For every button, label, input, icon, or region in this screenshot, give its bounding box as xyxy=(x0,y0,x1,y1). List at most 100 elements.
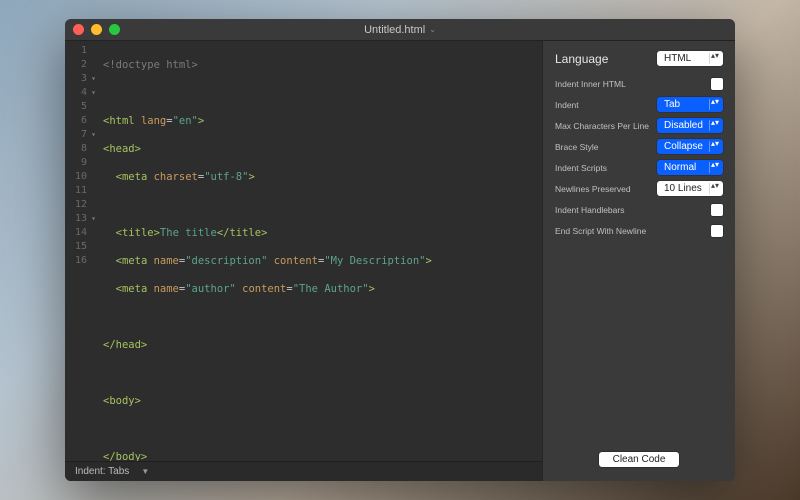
sidebar-header: Language HTML ▴▾ xyxy=(555,51,723,66)
code-text: > xyxy=(248,171,254,183)
code-text: "The Author" xyxy=(293,283,369,295)
spacer xyxy=(555,244,723,452)
code-text: > xyxy=(369,283,375,295)
line-number: 10 xyxy=(65,170,87,184)
line-number: 1 xyxy=(65,44,87,58)
chevron-updown-icon: ▴▾ xyxy=(711,99,719,104)
code-text: charset xyxy=(154,171,198,183)
select-value: Disabled xyxy=(664,120,703,131)
minimize-icon[interactable] xyxy=(91,24,102,35)
chevron-updown-icon: ▴▾ xyxy=(711,53,719,58)
code-text: "utf-8" xyxy=(204,171,248,183)
option-indent-inner-html: Indent Inner HTML xyxy=(555,76,723,91)
code-text: "en" xyxy=(173,115,198,127)
window-title: Untitled.html ⌄ xyxy=(65,24,735,36)
code-text: lang xyxy=(141,115,166,127)
line-number[interactable]: 7 xyxy=(65,128,87,142)
app-window: Untitled.html ⌄ 1 2 3 4 5 6 7 8 9 10 11 … xyxy=(65,19,735,481)
chevron-down-icon[interactable]: ▼ xyxy=(141,467,149,476)
option-indent: Indent Tab ▴▾ xyxy=(555,97,723,112)
editor[interactable]: 1 2 3 4 5 6 7 8 9 10 11 12 13 14 15 16 xyxy=(65,41,542,461)
line-number[interactable]: 13 xyxy=(65,212,87,226)
code-text: <html xyxy=(103,115,141,127)
line-number[interactable]: 4 xyxy=(65,86,87,100)
line-number: 11 xyxy=(65,184,87,198)
close-icon[interactable] xyxy=(73,24,84,35)
code-text: <meta xyxy=(116,255,154,267)
titlebar[interactable]: Untitled.html ⌄ xyxy=(65,19,735,41)
indent-mode[interactable]: Indent: Tabs xyxy=(75,466,129,477)
code-text: "My Description" xyxy=(324,255,425,267)
option-label: Newlines Preserved xyxy=(555,184,657,194)
max-chars-select[interactable]: Disabled ▴▾ xyxy=(657,118,723,133)
language-select[interactable]: HTML ▴▾ xyxy=(657,51,723,66)
option-brace-style: Brace Style Collapse ▴▾ xyxy=(555,139,723,154)
chevron-updown-icon: ▴▾ xyxy=(711,183,719,188)
newlines-preserved-select[interactable]: 10 Lines ▴▾ xyxy=(657,181,723,196)
editor-pane: 1 2 3 4 5 6 7 8 9 10 11 12 13 14 15 16 xyxy=(65,41,542,481)
option-label: Max Characters Per Line xyxy=(555,121,657,131)
clean-code-button[interactable]: Clean Code xyxy=(599,452,680,467)
code-text: name xyxy=(154,283,179,295)
option-label: Indent xyxy=(555,100,657,110)
checkbox[interactable] xyxy=(711,225,723,237)
code-text: The title xyxy=(160,227,217,239)
code-text: content xyxy=(242,283,286,295)
chevron-updown-icon: ▴▾ xyxy=(711,141,719,146)
option-newlines-preserved: Newlines Preserved 10 Lines ▴▾ xyxy=(555,181,723,196)
line-number: 12 xyxy=(65,198,87,212)
option-indent-scripts: Indent Scripts Normal ▴▾ xyxy=(555,160,723,175)
traffic-lights xyxy=(65,24,120,35)
indent-select[interactable]: Tab ▴▾ xyxy=(657,97,723,112)
code-text: > xyxy=(198,115,204,127)
select-value: 10 Lines xyxy=(664,183,702,194)
option-max-chars: Max Characters Per Line Disabled ▴▾ xyxy=(555,118,723,133)
indent-scripts-select[interactable]: Normal ▴▾ xyxy=(657,160,723,175)
select-value: Tab xyxy=(664,99,680,110)
line-gutter: 1 2 3 4 5 6 7 8 9 10 11 12 13 14 15 16 xyxy=(65,41,93,461)
option-label: Brace Style xyxy=(555,142,657,152)
option-label: End Script With Newline xyxy=(555,226,711,236)
line-number: 16 xyxy=(65,254,87,268)
code-text: <head> xyxy=(103,143,141,155)
title-text: Untitled.html xyxy=(364,24,425,36)
line-number: 5 xyxy=(65,100,87,114)
code-text: name xyxy=(154,255,179,267)
option-label: Indent Inner HTML xyxy=(555,79,711,89)
code-text: <title> xyxy=(116,227,160,239)
sidebar-heading: Language xyxy=(555,52,608,66)
checkbox[interactable] xyxy=(711,78,723,90)
checkbox[interactable] xyxy=(711,204,723,216)
select-value: Normal xyxy=(664,162,696,173)
line-number: 6 xyxy=(65,114,87,128)
option-indent-handlebars: Indent Handlebars xyxy=(555,202,723,217)
statusbar: Indent: Tabs ▼ xyxy=(65,461,542,481)
code-text: "author" xyxy=(185,283,236,295)
line-number: 15 xyxy=(65,240,87,254)
code-text: > xyxy=(425,255,431,267)
chevron-down-icon[interactable]: ⌄ xyxy=(429,25,436,34)
code-text: </body> xyxy=(103,451,147,461)
code-text: content xyxy=(274,255,318,267)
code-text: </head> xyxy=(103,339,147,351)
brace-style-select[interactable]: Collapse ▴▾ xyxy=(657,139,723,154)
line-number[interactable]: 3 xyxy=(65,72,87,86)
zoom-icon[interactable] xyxy=(109,24,120,35)
code-area[interactable]: <!doctype html> <html lang="en"> <head> … xyxy=(93,41,542,461)
chevron-updown-icon: ▴▾ xyxy=(711,162,719,167)
select-value: HTML xyxy=(664,53,691,64)
line-number: 8 xyxy=(65,142,87,156)
content-area: 1 2 3 4 5 6 7 8 9 10 11 12 13 14 15 16 xyxy=(65,41,735,481)
chevron-updown-icon: ▴▾ xyxy=(711,120,719,125)
code-text: <meta xyxy=(116,171,154,183)
code-text: <body> xyxy=(103,395,141,407)
code-text: </title> xyxy=(217,227,268,239)
code-text: <!doctype html> xyxy=(103,59,198,71)
option-end-script-newline: End Script With Newline xyxy=(555,223,723,238)
select-value: Collapse xyxy=(664,141,703,152)
settings-sidebar: Language HTML ▴▾ Indent Inner HTML Inden… xyxy=(542,41,735,481)
line-number: 2 xyxy=(65,58,87,72)
line-number: 9 xyxy=(65,156,87,170)
code-text: "description" xyxy=(185,255,267,267)
code-text: <meta xyxy=(116,283,154,295)
